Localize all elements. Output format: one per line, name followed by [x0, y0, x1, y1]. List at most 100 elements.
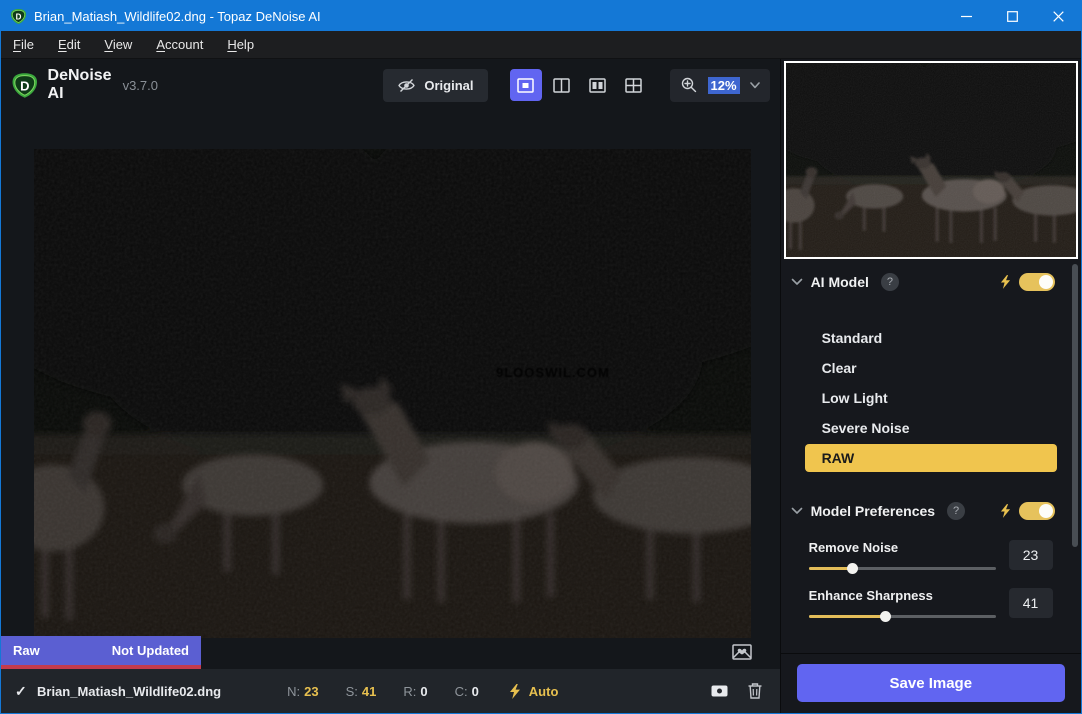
- toggle-knob: [1039, 275, 1053, 289]
- image-dark-overlay: [34, 149, 751, 638]
- title-bar[interactable]: Brian_Matiash_Wildlife02.dng - Topaz DeN…: [1, 1, 1081, 31]
- single-view-icon: [517, 78, 534, 93]
- minimize-button[interactable]: [943, 1, 989, 31]
- main-image[interactable]: 9LOOSWIL.COM: [34, 149, 751, 638]
- model-option-low-light[interactable]: Low Light: [805, 383, 1057, 413]
- file-name[interactable]: Brian_Matiash_Wildlife02.dng: [37, 684, 221, 699]
- denoise-logo-icon: [11, 69, 39, 102]
- status-underline: [1, 665, 201, 669]
- window-controls: [943, 1, 1081, 31]
- preview-thumbnail-image: [786, 63, 1076, 257]
- window-title: Brian_Matiash_Wildlife02.dng - Topaz DeN…: [34, 9, 321, 24]
- view-mode-group: [510, 69, 650, 101]
- section-chevron-icon[interactable]: [791, 507, 803, 515]
- save-image-button[interactable]: Save Image: [797, 664, 1065, 702]
- image-canvas[interactable]: 9LOOSWIL.COM Raw Not Updated: [1, 111, 780, 669]
- app-logo-icon: [10, 8, 27, 25]
- model-preferences-header: Model Preferences ?: [781, 500, 1081, 522]
- enhance-sharpness-value[interactable]: 41: [1009, 588, 1053, 618]
- menu-view[interactable]: View: [94, 32, 142, 57]
- file-check-icon: ✓: [15, 683, 37, 700]
- view-status-tabs: Raw Not Updated: [1, 636, 201, 669]
- enhance-sharpness-row: Enhance Sharpness 41: [809, 588, 1055, 618]
- sidebar-scrollbar[interactable]: [1072, 264, 1078, 547]
- model-option-raw[interactable]: RAW: [805, 444, 1057, 472]
- enhance-sharpness-label: Enhance Sharpness: [809, 588, 996, 603]
- auto-label: Auto: [529, 684, 559, 699]
- file-status-bar[interactable]: ✓ Brian_Matiash_Wildlife02.dng N:23 S:41…: [1, 669, 780, 713]
- model-preferences-toggle[interactable]: [1019, 502, 1055, 520]
- side-by-side-view-icon: [589, 78, 606, 93]
- app-name: DeNoise AI: [48, 67, 118, 103]
- zoom-control[interactable]: 12%: [670, 69, 770, 102]
- remove-noise-value[interactable]: 23: [1009, 540, 1053, 570]
- save-area: Save Image: [781, 653, 1081, 713]
- tab-raw[interactable]: Raw: [13, 643, 40, 658]
- menu-bar: File Edit View Account Help: [1, 31, 1081, 59]
- slider-thumb[interactable]: [880, 611, 891, 622]
- original-label: Original: [424, 78, 473, 93]
- model-option-severe-noise[interactable]: Severe Noise: [805, 413, 1057, 443]
- single-view-button[interactable]: [510, 69, 542, 101]
- ai-model-header: AI Model ?: [781, 271, 1081, 293]
- filebar-icons: [711, 683, 762, 699]
- feedback-envelope-icon[interactable]: [728, 637, 756, 665]
- ai-model-title: AI Model: [811, 274, 869, 290]
- remove-noise-slider[interactable]: [809, 567, 996, 570]
- remove-noise-label: Remove Noise: [809, 540, 996, 555]
- ai-model-toggle[interactable]: [1019, 273, 1055, 291]
- section-chevron-icon[interactable]: [791, 278, 803, 286]
- model-option-clear[interactable]: Clear: [805, 353, 1057, 383]
- image-watermark: 9LOOSWIL.COM: [496, 365, 610, 380]
- menu-file[interactable]: File: [3, 32, 44, 57]
- help-icon[interactable]: ?: [881, 273, 899, 291]
- chevron-down-icon[interactable]: [750, 82, 760, 89]
- slider-fill: [809, 615, 886, 618]
- slider-thumb[interactable]: [847, 563, 858, 574]
- close-icon: [1053, 11, 1064, 22]
- lightning-bolt-icon: [1000, 275, 1011, 289]
- help-icon[interactable]: ?: [947, 502, 965, 520]
- remove-noise-row: Remove Noise 23: [809, 540, 1055, 570]
- maximize-icon: [1007, 11, 1018, 22]
- preview-thumbnail[interactable]: [784, 61, 1078, 259]
- model-preferences-title: Model Preferences: [811, 503, 936, 519]
- maximize-button[interactable]: [989, 1, 1035, 31]
- file-stats: N:23 S:41 R:0 C:0: [287, 684, 479, 699]
- app-version: v3.7.0: [123, 78, 158, 93]
- stat-recover: R:0: [403, 684, 427, 699]
- side-by-side-view-button[interactable]: [582, 69, 614, 101]
- zoom-in-icon: [680, 76, 698, 94]
- toolbar: DeNoise AI v3.7.0 Original: [1, 59, 780, 111]
- auto-settings-control[interactable]: Auto: [509, 684, 559, 699]
- split-view-icon: [553, 78, 570, 93]
- menu-account[interactable]: Account: [146, 32, 213, 57]
- stat-color: C:0: [455, 684, 479, 699]
- slider-fill: [809, 567, 852, 570]
- stat-noise: N:23: [287, 684, 318, 699]
- comparison-view-button[interactable]: [618, 69, 650, 101]
- zoom-value[interactable]: 12%: [708, 77, 740, 94]
- model-option-standard[interactable]: Standard: [805, 323, 1057, 353]
- raw-status-bar[interactable]: Raw Not Updated: [1, 636, 201, 665]
- comparison-view-icon: [625, 78, 642, 93]
- split-view-button[interactable]: [546, 69, 578, 101]
- lightning-bolt-icon: [1000, 504, 1011, 518]
- menu-edit[interactable]: Edit: [48, 32, 90, 57]
- original-toggle-button[interactable]: Original: [383, 69, 487, 102]
- right-sidebar: AI Model ? Standard Clear Low Light Seve…: [780, 59, 1081, 713]
- settings-panel: AI Model ? Standard Clear Low Light Seve…: [781, 259, 1081, 653]
- ai-model-options: Standard Clear Low Light Severe Noise RA…: [805, 323, 1057, 472]
- enhance-sharpness-slider[interactable]: [809, 615, 996, 618]
- eye-off-icon: [397, 78, 416, 93]
- minimize-icon: [961, 11, 972, 22]
- status-not-updated: Not Updated: [112, 643, 189, 658]
- image-badge-icon[interactable]: [711, 684, 728, 698]
- app-window: Brian_Matiash_Wildlife02.dng - Topaz DeN…: [0, 0, 1082, 714]
- trash-icon[interactable]: [748, 683, 762, 699]
- close-button[interactable]: [1035, 1, 1081, 31]
- menu-help[interactable]: Help: [217, 32, 264, 57]
- lightning-bolt-icon: [509, 684, 521, 699]
- workspace: DeNoise AI v3.7.0 Original: [1, 59, 780, 713]
- toggle-knob: [1039, 504, 1053, 518]
